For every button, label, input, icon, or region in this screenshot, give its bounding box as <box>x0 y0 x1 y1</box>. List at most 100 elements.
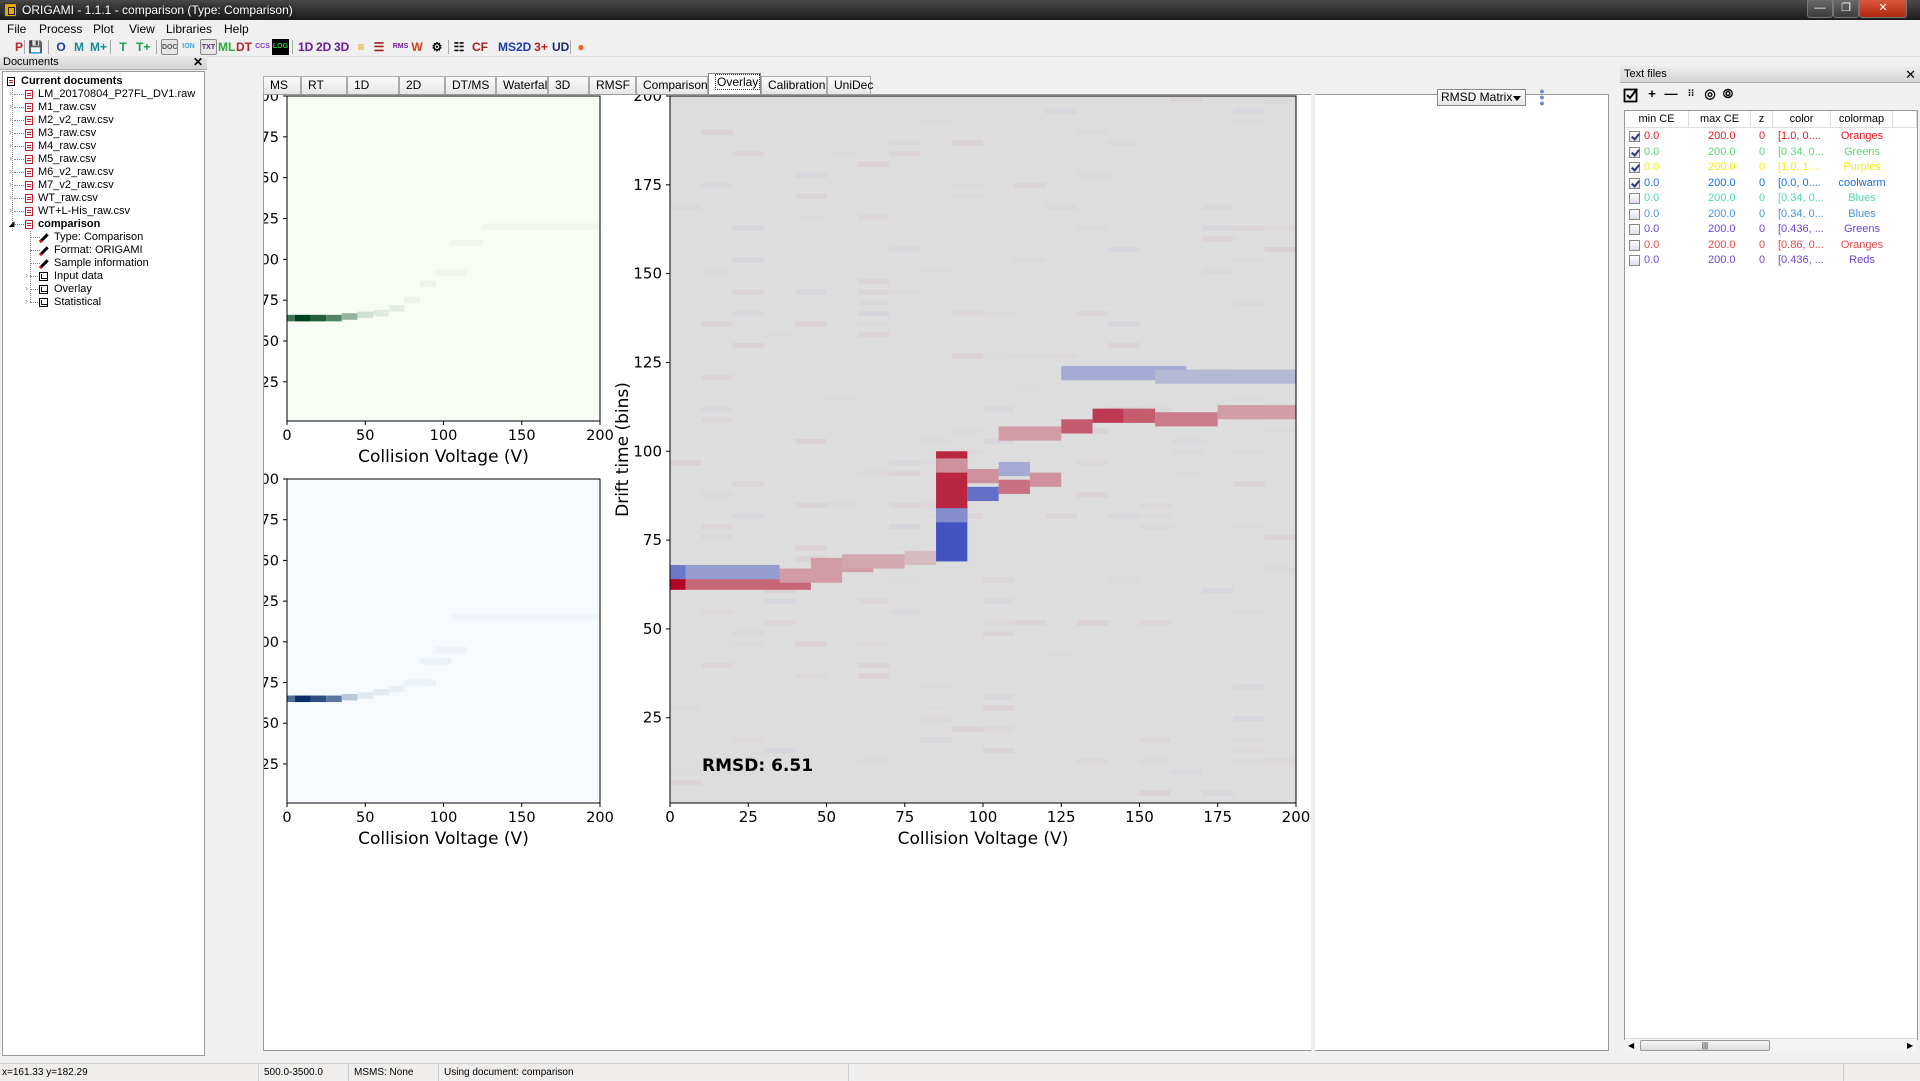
chart-rmsd-difference[interactable]: 0 25 50 75 100 125 150 175 200 25 50 75 100 125 150 175… <box>613 95 1310 849</box>
row-checkbox[interactable] <box>1629 146 1640 158</box>
row-checkbox[interactable] <box>1629 239 1640 251</box>
table-row[interactable]: 0.0 200.0 0 [0.0, 0.... coolwarm <box>1625 176 1915 191</box>
column-header-color[interactable]: color <box>1773 111 1831 128</box>
colormap-button[interactable]: ≡ <box>354 39 368 55</box>
expand-arrow-icon[interactable]: › <box>25 282 28 295</box>
tree-item-document[interactable]: › WT_raw.csv <box>9 192 98 205</box>
overlay-figure[interactable]: 0 50 100 150 200 25 50 75 100 125 150 175 200 Collisi… <box>264 95 1610 1052</box>
scroll-right-icon[interactable]: ▶ <box>1907 1041 1913 1050</box>
open-multiple-text-button[interactable]: T+ <box>136 39 150 55</box>
tree-item-document[interactable]: › M1_raw.csv <box>9 101 96 114</box>
expand-arrow-icon[interactable]: › <box>25 295 28 308</box>
close-panel-icon[interactable]: ✕ <box>1905 67 1916 83</box>
tree-item-group[interactable]: › Statistical <box>25 296 101 309</box>
text-panel-button[interactable]: TXT <box>200 39 217 55</box>
row-checkbox[interactable] <box>1629 177 1640 189</box>
table-row[interactable]: 0.0 200.0 0 [1.0, 0.... Oranges <box>1625 129 1915 144</box>
expand-arrow-icon[interactable]: › <box>9 100 12 113</box>
menu-view[interactable]: View <box>129 22 155 36</box>
table-row[interactable]: 0.0 200.0 0 [0.86, 0... Oranges <box>1625 238 1915 253</box>
ms-button[interactable]: MS <box>498 39 516 55</box>
document-tree[interactable]: Current documents › LM_20170804_P27FL_DV1.… <box>2 71 205 1056</box>
tree-item-property[interactable]: Format: ORIGAMI <box>30 244 143 257</box>
menu-process[interactable]: Process <box>39 22 82 36</box>
table-row[interactable]: 0.0 200.0 0 [0.436, ... Greens <box>1625 222 1915 237</box>
tab-dtms[interactable]: DT/MS <box>445 76 496 94</box>
extract-2d-button[interactable]: 2D <box>516 39 531 55</box>
tab-unidec[interactable]: UniDec <box>827 76 873 94</box>
method-select[interactable]: RMSD Matrix <box>1437 89 1526 106</box>
unidec-button[interactable]: UD <box>552 39 569 55</box>
table-row[interactable]: 0.0 200.0 0 [0.34, 0... Blues <box>1625 191 1915 206</box>
table-row[interactable]: 0.0 200.0 0 [0.34, 0... Blues <box>1625 207 1915 222</box>
row-checkbox[interactable] <box>1629 208 1640 220</box>
expand-arrow-icon[interactable]: › <box>25 269 28 282</box>
tab-overlay[interactable]: Overlay <box>708 73 761 94</box>
color-wheel-button[interactable]: ● <box>574 39 588 55</box>
legend-button[interactable]: ☰ <box>372 39 386 55</box>
row-checkbox[interactable] <box>1629 131 1640 142</box>
expand-arrow-icon[interactable]: › <box>9 126 12 139</box>
open-text-button[interactable]: T <box>116 39 130 55</box>
row-checkbox[interactable] <box>1629 193 1640 204</box>
tree-item-document[interactable]: › LM_20170804_P27FL_DV1.raw <box>9 88 195 101</box>
ion-panel-button[interactable]: ION <box>180 39 197 55</box>
tree-root[interactable]: Current documents <box>5 75 122 88</box>
tree-item-document[interactable]: › M6_v2_raw.csv <box>9 166 114 179</box>
row-checkbox[interactable] <box>1629 162 1640 173</box>
cf-button[interactable]: CF <box>472 39 488 55</box>
documents-panel-button[interactable]: DOC <box>161 39 178 55</box>
horizontal-scrollbar[interactable]: ◀ ||| ▶ <box>1625 1038 1917 1052</box>
check-all-icon[interactable] <box>1623 87 1639 103</box>
chart-bottom-left-blues[interactable]: 0 50 100 150 200 25 50 75 100 125 150 175 200 Collisi… <box>264 472 614 849</box>
tab-calibration[interactable]: Calibration <box>761 76 827 94</box>
log-panel-button[interactable]: LOG <box>272 39 289 55</box>
scroll-left-icon[interactable]: ◀ <box>1628 1041 1634 1050</box>
settings-button[interactable]: ⚙ <box>430 39 444 55</box>
column-header-z[interactable]: z <box>1751 111 1773 128</box>
tab-2d[interactable]: 2D <box>399 76 445 94</box>
table-row[interactable]: 0.0 200.0 0 [0.436, ... Reds <box>1625 253 1915 268</box>
tab-comparison[interactable]: Comparison <box>636 76 708 94</box>
expand-arrow-icon[interactable]: › <box>9 152 12 165</box>
table-row[interactable]: 0.0 200.0 0 [1.0, 1.... Purples <box>1625 160 1915 175</box>
ccs-panel-button[interactable]: CCS <box>254 39 271 55</box>
close-panel-icon[interactable]: ✕ <box>193 56 203 69</box>
tree-item-comparison[interactable]: ◢ comparison <box>9 218 100 231</box>
tab-1d[interactable]: 1D <box>347 76 399 94</box>
more-options-icon[interactable]: • • • <box>1538 84 1546 110</box>
close-button[interactable]: ✕ <box>1859 0 1907 18</box>
menu-help[interactable]: Help <box>224 22 249 36</box>
row-checkbox[interactable] <box>1629 224 1640 235</box>
row-checkbox[interactable] <box>1629 255 1640 266</box>
charge-button[interactable]: 3+ <box>534 39 548 55</box>
tree-item-document[interactable]: › M7_v2_raw.csv <box>9 179 114 192</box>
extract-button[interactable]: ☷ <box>452 39 466 55</box>
column-header-colormap[interactable]: colormap <box>1831 111 1893 128</box>
menu-file[interactable]: File <box>7 22 26 36</box>
expand-arrow-icon[interactable]: › <box>9 204 12 217</box>
overlay-icon[interactable]: ◎ <box>1702 86 1718 102</box>
expand-arrow-icon[interactable]: › <box>9 87 12 100</box>
plot-3d-button[interactable]: 3D <box>334 39 349 55</box>
tab-ms[interactable]: MS <box>263 76 301 94</box>
remove-icon[interactable]: — <box>1664 86 1678 102</box>
open-origami-button[interactable]: O <box>54 39 68 55</box>
open-multiple-masslynx-button[interactable]: M+ <box>90 39 107 55</box>
expand-arrow-icon[interactable]: › <box>9 113 12 126</box>
tab-rt[interactable]: RT <box>301 76 347 94</box>
overlay-plot-area[interactable]: 0 50 100 150 200 25 50 75 100 125 150 175 200 Collisi… <box>263 94 1609 1051</box>
expand-arrow-icon[interactable]: › <box>9 191 12 204</box>
open-masslynx-button[interactable]: M <box>72 39 86 55</box>
waterfall-button[interactable]: W <box>410 39 424 55</box>
menu-plot[interactable]: Plot <box>93 22 114 36</box>
chart-top-left-greens[interactable]: 0 50 100 150 200 25 50 75 100 125 150 175 200 Collisi… <box>264 95 614 467</box>
rmsd-button[interactable]: RMS <box>392 39 409 55</box>
plot-1d-button[interactable]: 1D <box>298 39 313 55</box>
multiple-files-panel-button[interactable]: ML <box>218 39 235 55</box>
dt-panel-button[interactable]: DT <box>236 39 252 55</box>
tree-item-property[interactable]: Sample information <box>30 257 149 270</box>
expand-arrow-icon[interactable]: › <box>9 165 12 178</box>
scroll-thumb[interactable]: ||| <box>1640 1040 1770 1051</box>
tree-item-group[interactable]: › Overlay <box>25 283 92 296</box>
